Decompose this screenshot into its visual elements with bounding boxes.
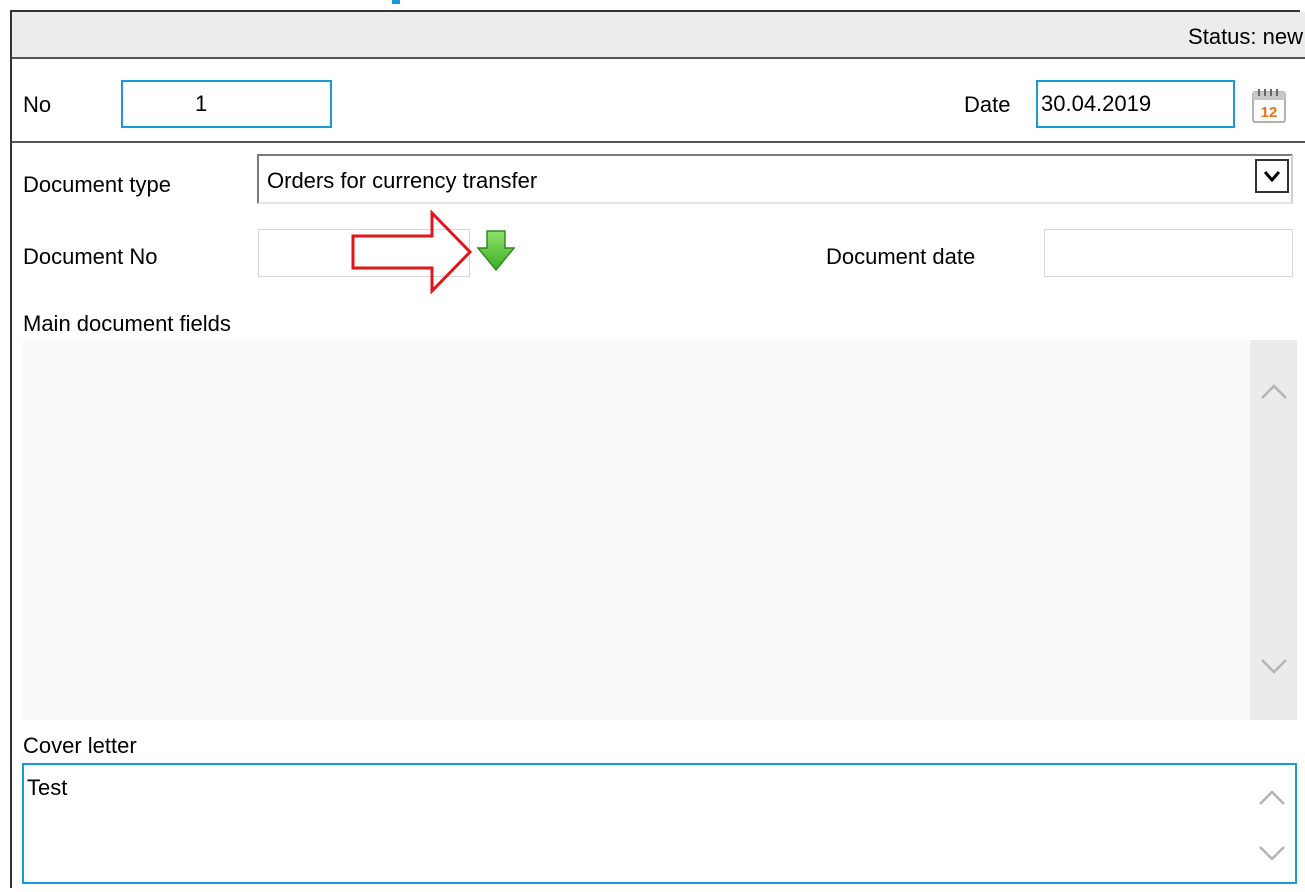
- document-no-label: Document No: [23, 244, 158, 269]
- status-bar: Status: new: [12, 12, 1305, 59]
- title-accent: [392, 0, 400, 4]
- document-type-label: Document type: [23, 172, 171, 197]
- cover-letter-label: Cover letter: [23, 733, 137, 758]
- calendar-icon[interactable]: 12: [1250, 86, 1288, 124]
- document-date-label: Document date: [826, 244, 976, 269]
- scroll-up-icon[interactable]: [1257, 788, 1287, 813]
- document-type-value: Orders for currency transfer: [267, 168, 538, 193]
- document-date-field[interactable]: [1044, 229, 1293, 277]
- no-label: No: [23, 92, 52, 117]
- status-text: Status: new: [1188, 24, 1303, 49]
- cover-letter-value: Test: [27, 775, 68, 800]
- cover-letter-scrollbar[interactable]: [1251, 765, 1295, 882]
- scroll-up-icon[interactable]: [1259, 382, 1289, 407]
- no-value: 1: [195, 91, 208, 116]
- cover-letter-textarea[interactable]: Test: [22, 763, 1297, 884]
- scroll-down-icon[interactable]: [1257, 843, 1287, 868]
- scroll-down-icon[interactable]: [1259, 656, 1289, 681]
- no-field[interactable]: 1: [121, 80, 332, 128]
- date-value: 30.04.2019: [1041, 91, 1152, 116]
- main-fields-area: [22, 340, 1295, 720]
- date-field[interactable]: 30.04.2019: [1036, 80, 1235, 128]
- main-fields-label: Main document fields: [23, 311, 231, 336]
- date-label: Date: [964, 92, 1011, 117]
- main-fields-scrollbar[interactable]: [1250, 340, 1297, 720]
- chevron-down-icon[interactable]: [1255, 159, 1289, 193]
- green-down-arrow-icon[interactable]: [474, 228, 518, 274]
- svg-text:12: 12: [1261, 104, 1278, 121]
- red-outline-arrow-icon: [350, 209, 474, 295]
- document-type-select[interactable]: Orders for currency transfer: [257, 154, 1293, 204]
